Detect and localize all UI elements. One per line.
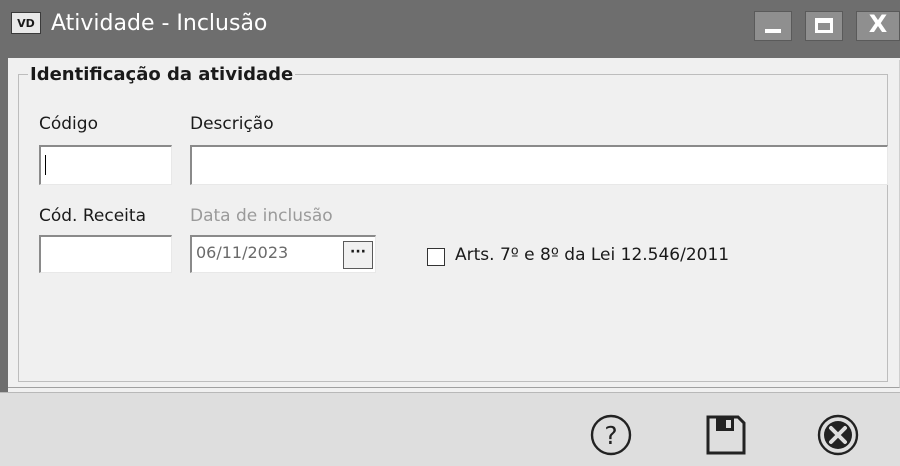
- close-icon: X: [868, 10, 888, 38]
- dialog-window: VD Atividade - Inclusão X Identificação …: [0, 0, 900, 466]
- window-title: Atividade - Inclusão: [51, 11, 268, 36]
- help-icon: ?: [590, 414, 632, 456]
- minimize-button[interactable]: [754, 11, 792, 41]
- svg-text:?: ?: [604, 421, 617, 450]
- lei-checkbox-label[interactable]: Arts. 7º e 8º da Lei 12.546/2011: [455, 245, 729, 265]
- minimize-icon: [765, 29, 781, 33]
- cancel-icon: [817, 414, 859, 456]
- close-button[interactable]: X: [856, 10, 900, 41]
- save-icon: [706, 415, 746, 455]
- window-left-border: [0, 58, 8, 392]
- lei-checkbox[interactable]: [427, 248, 445, 266]
- app-icon[interactable]: VD: [11, 12, 41, 34]
- descricao-label: Descrição: [190, 114, 274, 134]
- cancel-button[interactable]: [812, 412, 864, 458]
- maximize-icon: [815, 18, 833, 33]
- descricao-input[interactable]: [190, 145, 888, 185]
- codigo-input[interactable]: [39, 145, 172, 185]
- cod-receita-input[interactable]: [39, 235, 172, 273]
- data-inclusao-label: Data de inclusão: [190, 206, 333, 226]
- text-caret: [45, 155, 46, 175]
- title-bar[interactable]: VD Atividade - Inclusão X: [0, 0, 900, 58]
- group-title: Identificação da atividade: [28, 64, 296, 85]
- data-inclusao-value: 06/11/2023: [196, 243, 289, 262]
- save-button[interactable]: [700, 412, 752, 458]
- footer-bar: [0, 392, 900, 466]
- identification-groupbox: [18, 74, 888, 382]
- cod-receita-label: Cód. Receita: [39, 206, 146, 226]
- help-button[interactable]: ?: [585, 412, 637, 458]
- maximize-button[interactable]: [805, 11, 843, 41]
- date-picker-button[interactable]: ···: [343, 241, 373, 269]
- codigo-label: Código: [39, 114, 98, 134]
